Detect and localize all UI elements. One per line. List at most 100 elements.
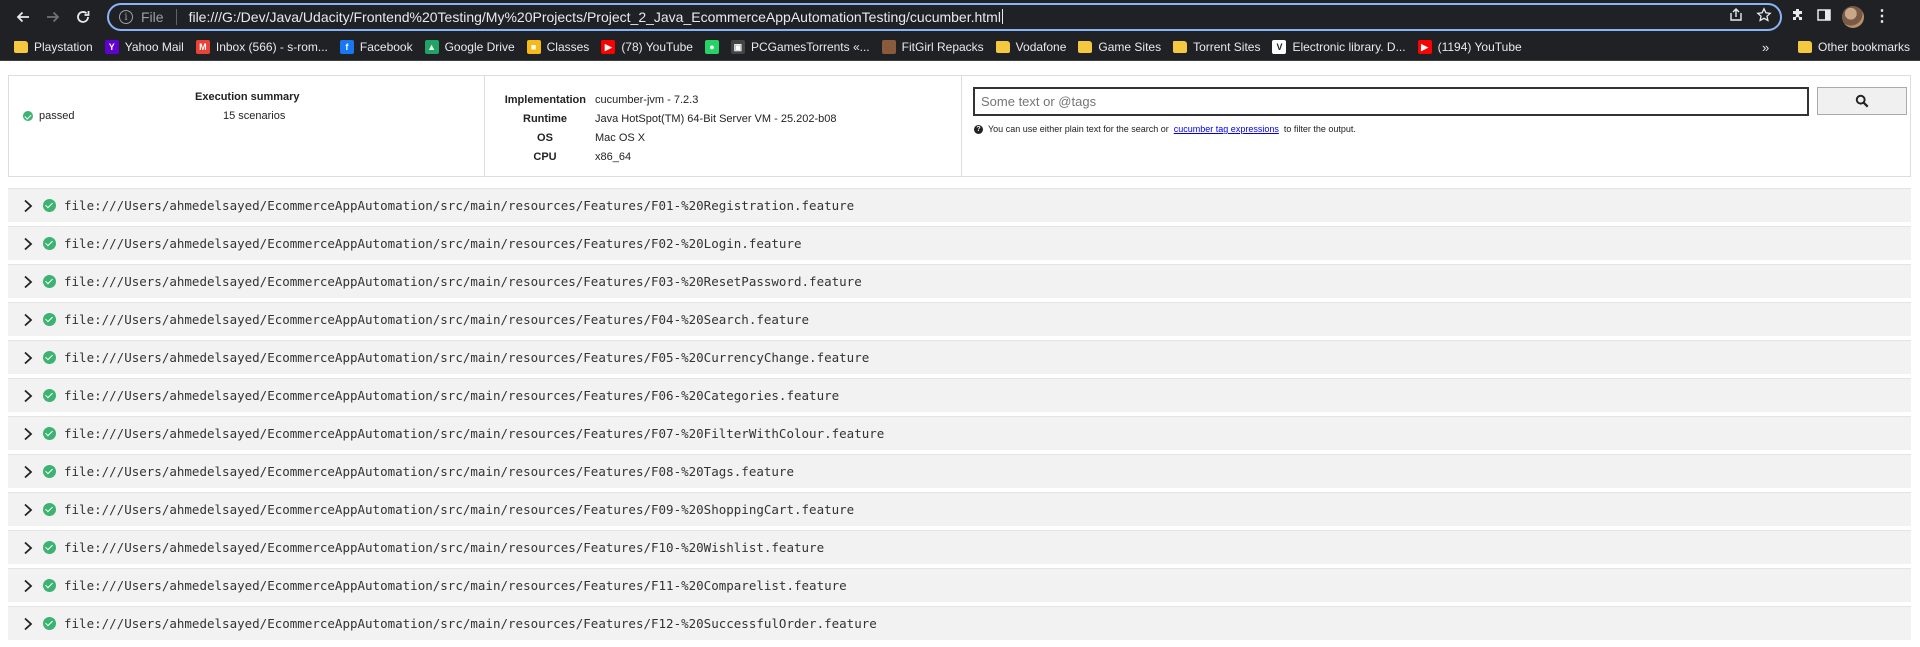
feature-row[interactable]: file:///Users/ahmedelsayed/EcommerceAppA… <box>8 454 1911 488</box>
chevron-right-icon[interactable] <box>22 465 34 478</box>
feature-list: file:///Users/ahmedelsayed/EcommerceAppA… <box>8 188 1911 644</box>
feature-uri: file:///Users/ahmedelsayed/EcommerceAppA… <box>64 464 794 479</box>
execution-summary-panel: Execution summary passed 15 scenarios Im… <box>8 75 1911 177</box>
feature-row[interactable]: file:///Users/ahmedelsayed/EcommerceAppA… <box>8 606 1911 640</box>
feature-uri: file:///Users/ahmedelsayed/EcommerceAppA… <box>64 426 885 441</box>
reload-button[interactable] <box>70 4 96 30</box>
chevron-right-icon[interactable] <box>22 427 34 440</box>
forward-button[interactable] <box>40 4 66 30</box>
feature-uri: file:///Users/ahmedelsayed/EcommerceAppA… <box>64 350 870 365</box>
bookmark-item[interactable]: Game Sites <box>1072 36 1167 58</box>
bookmark-item[interactable]: ▲ Google Drive <box>419 36 521 58</box>
feature-row[interactable]: file:///Users/ahmedelsayed/EcommerceAppA… <box>8 302 1911 336</box>
bookmark-item[interactable]: FitGirl Repacks <box>876 36 990 58</box>
feature-row[interactable]: file:///Users/ahmedelsayed/EcommerceAppA… <box>8 568 1911 602</box>
feature-row[interactable]: file:///Users/ahmedelsayed/EcommerceAppA… <box>8 264 1911 298</box>
chevron-right-icon[interactable] <box>22 579 34 592</box>
chevron-right-icon[interactable] <box>22 351 34 364</box>
passed-check-icon <box>43 465 56 478</box>
passed-check-icon <box>43 427 56 440</box>
environment-table: Implementation cucumber-jvm - 7.2.3 Runt… <box>500 90 837 166</box>
address-bar[interactable]: i File file:///G:/Dev/Java/Udacity/Front… <box>107 3 1782 31</box>
chevron-right-icon[interactable] <box>22 237 34 250</box>
summary-title: Execution summary <box>195 91 300 103</box>
search-input[interactable] <box>973 87 1809 116</box>
fitgirl-icon <box>881 40 896 54</box>
drive-icon: ▲ <box>424 40 439 54</box>
bookmark-star-icon[interactable] <box>1756 6 1772 28</box>
pcgames-icon: ▣ <box>730 40 745 54</box>
passed-check-icon <box>23 111 33 121</box>
search-icon <box>1855 94 1869 108</box>
chevron-right-icon[interactable] <box>22 313 34 326</box>
feature-row[interactable]: file:///Users/ahmedelsayed/EcommerceAppA… <box>8 378 1911 412</box>
feature-uri: file:///Users/ahmedelsayed/EcommerceAppA… <box>64 274 862 289</box>
youtube-icon: ▶ <box>1417 40 1432 54</box>
summary-status-column: Execution summary passed 15 scenarios <box>9 76 485 176</box>
arrow-left-icon <box>16 11 29 23</box>
folder-icon <box>14 41 28 53</box>
bookmark-item[interactable]: ● <box>699 36 725 58</box>
question-icon: ? <box>974 124 983 134</box>
search-column: ? You can use either plain text for the … <box>963 76 1911 176</box>
chevron-right-icon[interactable] <box>22 275 34 288</box>
passed-check-icon <box>43 617 56 630</box>
feature-row[interactable]: file:///Users/ahmedelsayed/EcommerceAppA… <box>8 340 1911 374</box>
feature-row[interactable]: file:///Users/ahmedelsayed/EcommerceAppA… <box>8 226 1911 260</box>
passed-check-icon <box>43 199 56 212</box>
bookmark-item[interactable]: V Electronic library. D... <box>1266 36 1411 58</box>
feature-row[interactable]: file:///Users/ahmedelsayed/EcommerceAppA… <box>8 530 1911 564</box>
bookmark-item[interactable]: ▶ (1194) YouTube <box>1412 36 1528 58</box>
folder-icon <box>995 41 1010 53</box>
bookmark-item[interactable]: f Facebook <box>334 36 419 58</box>
bookmark-item[interactable]: ▣ PCGamesTorrents «... <box>725 36 876 58</box>
youtube-icon: ▶ <box>601 40 616 54</box>
scheme-label: File <box>141 9 164 25</box>
bookmark-item[interactable]: Playstation <box>8 36 99 58</box>
site-info-icon[interactable]: i <box>119 10 133 24</box>
chevron-right-icon[interactable] <box>22 617 34 630</box>
feature-uri: file:///Users/ahmedelsayed/EcommerceAppA… <box>64 312 810 327</box>
environment-column: Implementation cucumber-jvm - 7.2.3 Runt… <box>486 76 962 176</box>
feature-row[interactable]: file:///Users/ahmedelsayed/EcommerceAppA… <box>8 492 1911 526</box>
passed-check-icon <box>43 275 56 288</box>
bookmark-item[interactable]: Torrent Sites <box>1167 36 1266 58</box>
bookmarks-overflow-button[interactable]: » <box>1762 40 1769 55</box>
env-row-cpu: CPU x86_64 <box>533 150 632 163</box>
folder-icon <box>1798 41 1812 53</box>
back-button[interactable] <box>10 4 36 30</box>
feature-uri: file:///Users/ahmedelsayed/EcommerceAppA… <box>64 198 855 213</box>
scenario-count: 15 scenarios <box>223 110 286 122</box>
classroom-icon: ■ <box>526 40 541 54</box>
url-text[interactable]: file:///G:/Dev/Java/Udacity/Frontend%20T… <box>189 9 1003 25</box>
passed-check-icon <box>43 237 56 250</box>
menu-kebab-icon[interactable]: ⋮ <box>1874 9 1890 25</box>
feature-uri: file:///Users/ahmedelsayed/EcommerceAppA… <box>64 578 847 593</box>
chevron-right-icon[interactable] <box>22 541 34 554</box>
chevron-right-icon[interactable] <box>22 389 34 402</box>
bookmark-item[interactable]: M Inbox (566) - s-rom... <box>190 36 334 58</box>
passed-check-icon <box>43 579 56 592</box>
profile-avatar[interactable] <box>1842 6 1864 28</box>
env-row-implementation: Implementation cucumber-jvm - 7.2.3 <box>504 93 699 106</box>
passed-check-icon <box>43 351 56 364</box>
bookmark-item[interactable]: ■ Classes <box>521 36 596 58</box>
search-button[interactable] <box>1817 87 1907 115</box>
bookmark-item[interactable]: Vodafone <box>990 36 1073 58</box>
side-panel-icon[interactable] <box>1816 7 1832 28</box>
feature-row[interactable]: file:///Users/ahmedelsayed/EcommerceAppA… <box>8 188 1911 222</box>
facebook-icon: f <box>339 40 354 54</box>
share-icon[interactable] <box>1728 7 1744 28</box>
yahoo-icon: Y <box>104 40 119 54</box>
env-row-os: OS Mac OS X <box>537 131 646 144</box>
bookmark-item[interactable]: Y Yahoo Mail <box>99 36 190 58</box>
passed-check-icon <box>43 541 56 554</box>
extensions-icon[interactable] <box>1790 7 1806 28</box>
other-bookmarks-folder[interactable]: Other bookmarks <box>1792 36 1916 58</box>
feature-row[interactable]: file:///Users/ahmedelsayed/EcommerceAppA… <box>8 416 1911 450</box>
chevron-right-icon[interactable] <box>22 503 34 516</box>
passed-check-icon <box>43 389 56 402</box>
tag-expressions-link[interactable]: cucumber tag expressions <box>1174 124 1279 134</box>
chevron-right-icon[interactable] <box>22 199 34 212</box>
bookmark-item[interactable]: ▶ (78) YouTube <box>595 36 699 58</box>
